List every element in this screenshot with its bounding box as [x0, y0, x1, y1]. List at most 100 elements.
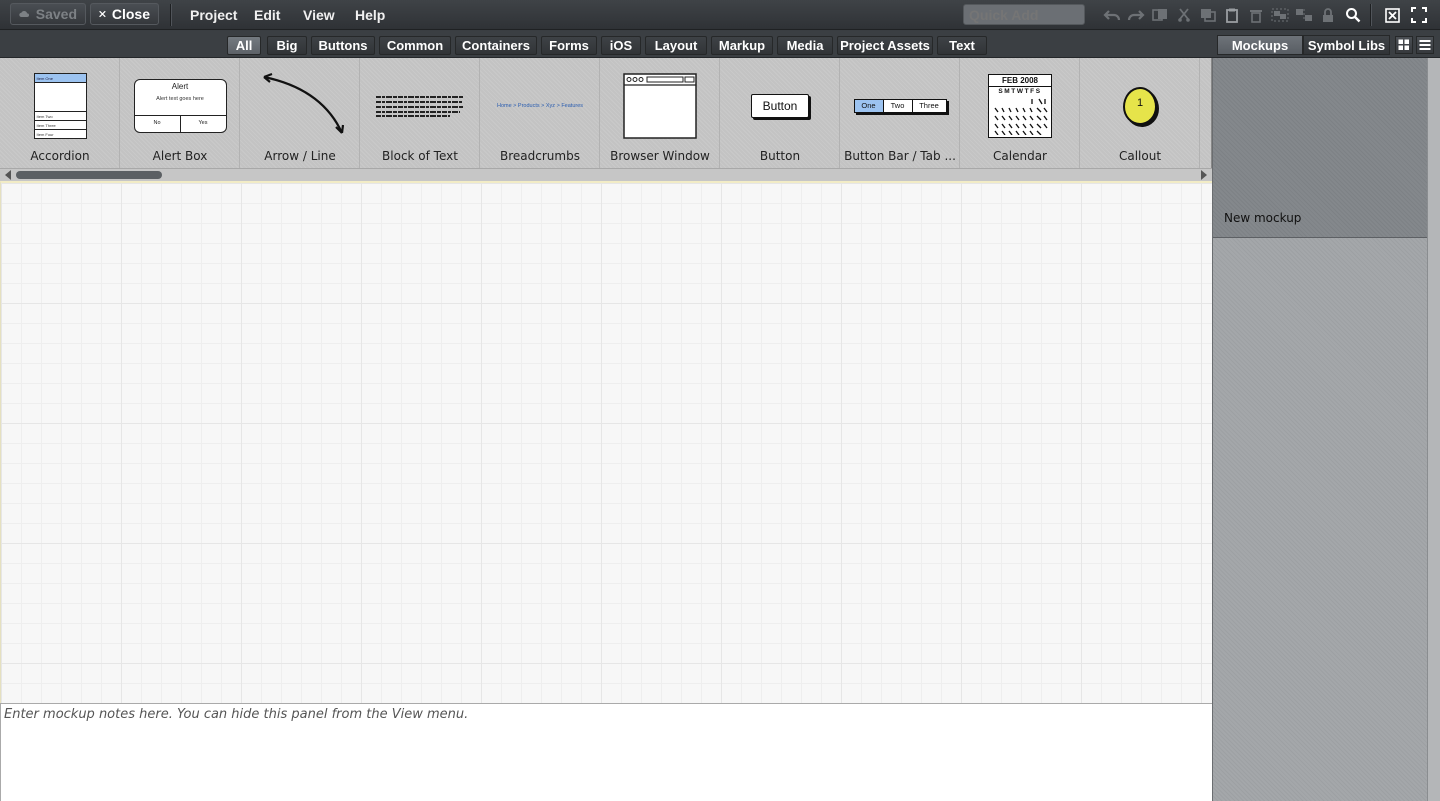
delete-icon[interactable]: [1247, 6, 1265, 24]
menu-project[interactable]: Project: [190, 7, 237, 23]
library-item-block-of-text[interactable]: Block of Text: [360, 58, 480, 168]
accordion-row: Item Four: [34, 129, 86, 138]
button-thumb: Button: [720, 68, 840, 144]
tab-big[interactable]: Big: [267, 36, 307, 55]
library-item-label: Callout: [1118, 149, 1162, 163]
tab-layout[interactable]: Layout: [645, 36, 707, 55]
fullscreen-icon[interactable]: [1410, 6, 1428, 24]
menu-help[interactable]: Help: [355, 7, 385, 23]
search-icon[interactable]: [1344, 6, 1362, 24]
scroll-right-arrow-icon[interactable]: [1201, 170, 1207, 180]
toolbar-separator: [1370, 4, 1371, 26]
library-item-calendar[interactable]: FEB 2008 SMTWTFS Calendar: [960, 58, 1080, 168]
tab-symbol-libs[interactable]: Symbol Libs: [1303, 35, 1390, 55]
button-bar-thumb: One Two Three: [840, 68, 960, 144]
notes-panel[interactable]: Enter mockup notes here. You can hide th…: [0, 703, 1212, 801]
callout-thumb: 1: [1080, 68, 1200, 144]
top-toolbar: Saved Close Project Edit View Help: [0, 0, 1440, 30]
library-item-label: Browser Window: [610, 149, 710, 163]
library-item-accordion[interactable]: Item One Item Two Item Three Item Four A…: [0, 58, 120, 168]
menu-edit[interactable]: Edit: [254, 7, 280, 23]
mockups-scrollbar[interactable]: [1427, 58, 1440, 801]
notes-placeholder: Enter mockup notes here. You can hide th…: [4, 707, 469, 722]
tab-ios[interactable]: iOS: [601, 36, 641, 55]
library-item-label: Block of Text: [382, 149, 458, 163]
library-item-button-bar[interactable]: One Two Three Button Bar / Tab ...: [840, 58, 960, 168]
library-item-button[interactable]: Button Button: [720, 58, 840, 168]
library-item-callout[interactable]: 1 Callout: [1080, 58, 1200, 168]
tab-forms[interactable]: Forms: [541, 36, 597, 55]
alert-thumb-text: Alert text goes here: [156, 96, 204, 102]
undo-icon[interactable]: [1103, 6, 1121, 24]
saved-label: Saved: [35, 6, 77, 22]
copy-icon[interactable]: [1199, 6, 1217, 24]
close-window-icon[interactable]: [1383, 6, 1401, 24]
quick-add-input[interactable]: [963, 4, 1085, 25]
cloud-icon: [19, 10, 30, 17]
tab-containers[interactable]: Containers: [455, 36, 537, 55]
callout-thumb-number: 1: [1123, 87, 1157, 125]
lock-icon[interactable]: [1319, 6, 1337, 24]
category-bar: All Big Buttons Common Containers Forms …: [0, 31, 1440, 58]
alert-thumb-no: No: [135, 116, 181, 132]
grid-view-icon[interactable]: [1395, 36, 1413, 54]
calendar-thumb-days: SMTWTFS: [998, 88, 1042, 95]
library-scrollbar[interactable]: [0, 168, 1212, 181]
accordion-row: Item Two: [34, 111, 86, 120]
component-library: Item One Item Two Item Three Item Four A…: [0, 58, 1212, 168]
button-bar-thumb-one: One: [854, 100, 884, 112]
tab-mockups[interactable]: Mockups: [1217, 35, 1303, 55]
group-icon[interactable]: [1271, 6, 1289, 24]
button-bar-thumb-three: Three: [912, 100, 946, 112]
alert-box-thumb: Alert Alert text goes here No Yes: [120, 68, 240, 144]
calendar-thumb: FEB 2008 SMTWTFS: [960, 68, 1080, 144]
button-thumb-text: Button: [751, 94, 809, 118]
cut-icon[interactable]: [1175, 6, 1193, 24]
calendar-thumb-month: FEB 2008: [1001, 76, 1039, 85]
library-item-label: Alert Box: [152, 149, 208, 163]
browser-window-thumb: [600, 68, 720, 144]
close-label: Close: [111, 6, 150, 22]
scroll-left-arrow-icon[interactable]: [5, 170, 11, 180]
button-bar-thumb-two: Two: [883, 100, 913, 112]
tab-markup[interactable]: Markup: [711, 36, 773, 55]
library-item-label: Accordion: [30, 149, 90, 163]
alert-thumb-title: Alert: [171, 82, 189, 91]
library-item-label: Calendar: [993, 149, 1047, 163]
breadcrumbs-thumb-text: Home > Products > Xyz > Features: [496, 103, 584, 109]
library-item-alert-box[interactable]: Alert Alert text goes here No Yes Alert …: [120, 58, 240, 168]
tab-project-assets[interactable]: Project Assets: [837, 36, 933, 55]
mockup-thumbnail-item[interactable]: New mockup: [1213, 58, 1427, 238]
mockup-name: New mockup: [1224, 211, 1302, 225]
tab-all[interactable]: All: [227, 36, 261, 55]
arrow-line-thumb: [240, 68, 360, 144]
tab-media[interactable]: Media: [777, 36, 833, 55]
library-item-label: Breadcrumbs: [500, 149, 580, 163]
scrollbar-thumb[interactable]: [16, 171, 162, 179]
menu-view[interactable]: View: [303, 7, 335, 23]
accordion-row: Item Three: [34, 120, 86, 129]
block-of-text-thumb: [360, 68, 480, 144]
redo-icon[interactable]: [1127, 6, 1145, 24]
duplicate-icon[interactable]: [1151, 6, 1169, 24]
tab-buttons[interactable]: Buttons: [311, 36, 375, 55]
saved-button[interactable]: Saved: [10, 3, 86, 25]
mockup-canvas[interactable]: [0, 181, 1212, 703]
close-icon: [99, 10, 106, 18]
alert-thumb-yes: Yes: [198, 120, 208, 126]
mockups-panel: New mockup: [1212, 58, 1440, 801]
library-item-browser-window[interactable]: Browser Window: [600, 58, 720, 168]
tab-text[interactable]: Text: [937, 36, 987, 55]
library-item-breadcrumbs[interactable]: Home > Products > Xyz > Features Breadcr…: [480, 58, 600, 168]
ungroup-icon[interactable]: [1295, 6, 1313, 24]
toolbar-separator: [170, 4, 171, 26]
close-button[interactable]: Close: [90, 3, 159, 25]
library-item-label: Button: [759, 149, 801, 163]
tab-common[interactable]: Common: [379, 36, 451, 55]
paste-icon[interactable]: [1223, 6, 1241, 24]
list-view-icon[interactable]: [1416, 36, 1434, 54]
library-item-label: Arrow / Line: [264, 149, 336, 163]
accordion-thumb: Item One Item Two Item Three Item Four: [0, 68, 120, 144]
library-item-arrow-line[interactable]: Arrow / Line: [240, 58, 360, 168]
breadcrumbs-thumb: Home > Products > Xyz > Features: [480, 68, 600, 144]
